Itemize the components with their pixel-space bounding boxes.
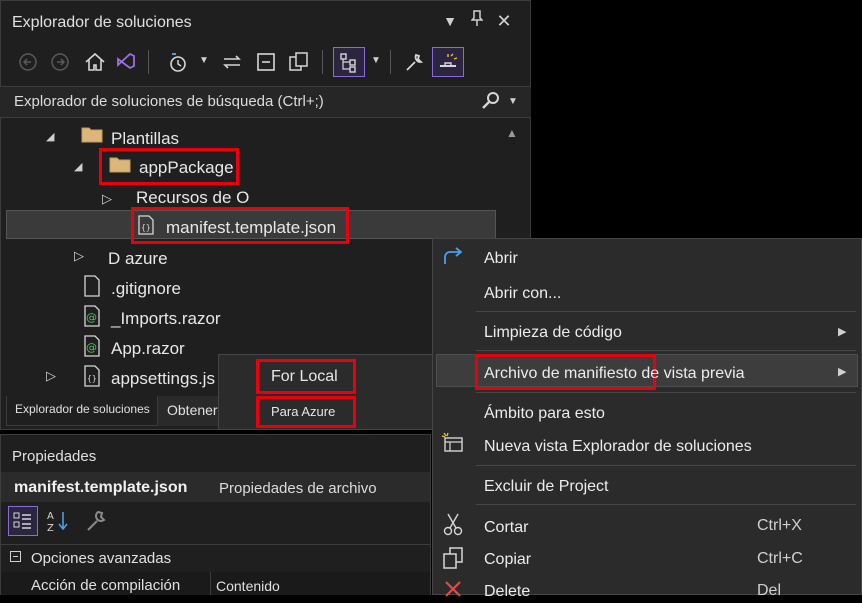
tree-item-manifest[interactable]: manifest.template.json [166,218,336,248]
property-pages-icon[interactable] [84,508,110,538]
chevron-down-icon[interactable]: ▼ [508,96,518,107]
menu-item-copiar[interactable]: Copiar [484,551,531,569]
menu-separator [476,350,856,351]
new-view-icon [441,432,465,458]
tree-view-icon[interactable] [333,47,365,77]
copy-icon [441,546,465,574]
tab-label: Explorador de soluciones [15,402,150,416]
collapsed-caret-icon[interactable]: ▷ [102,191,112,207]
tab-obtener[interactable]: Obtener Chi [158,396,222,426]
folder-icon [81,125,103,147]
shortcut-delete: Del [757,582,782,599]
close-icon[interactable]: ✕ [494,10,514,32]
toolbar-separator [390,50,391,74]
file-icon [83,275,101,301]
tree-item-apppackage[interactable]: appPackage [139,158,234,188]
razor-file-icon: @ [83,305,101,331]
svg-text:{}: {} [141,223,151,232]
delete-x-icon [443,579,463,603]
submenu-arrow-icon: ▶ [838,326,847,338]
expanded-caret-icon[interactable]: ◢ [74,160,82,173]
submenu-arrow-icon: ▶ [838,366,847,378]
collapsed-caret-icon[interactable]: ▷ [46,368,56,384]
menu-item-ambito[interactable]: Ámbito para esto [484,405,605,423]
properties-title: Propiedades [12,448,97,465]
tree-item-appsettings[interactable]: appsettings.js [111,369,215,399]
shortcut-copiar: Ctrl+C [757,550,803,567]
show-all-files-icon[interactable] [285,48,313,76]
menu-item-cortar[interactable]: Cortar [484,519,528,537]
dropdown-icon[interactable]: ▼ [440,10,460,32]
toolbar-separator [148,50,149,74]
property-label: Acción de compilación [31,577,181,594]
menu-item-delete[interactable]: Delete [484,583,530,601]
menu-item-abrir-con[interactable]: Abrir con... [484,285,561,303]
tree-item-imports[interactable]: _Imports.razor [111,309,221,339]
menu-separator [476,465,856,466]
object-name: manifest.template.json [14,479,188,496]
menu-item-abrir[interactable]: Abrir [484,250,518,268]
pin-icon[interactable] [467,10,487,32]
folder-icon [109,155,131,177]
collapsed-caret-icon[interactable]: ▷ [74,248,84,264]
shortcut-cortar: Ctrl+X [757,517,802,534]
menu-item-nueva-vista[interactable]: Nueva vista Explorador de soluciones [484,438,752,456]
razor-file-icon: @ [83,335,101,361]
menu-item-excluir[interactable]: Excluir de Project [484,478,609,496]
json-file-icon: {} [137,215,155,239]
back-icon[interactable] [14,48,42,76]
property-value[interactable]: Contenido [216,578,280,594]
scissors-icon [443,512,463,540]
divider [1,544,430,545]
forward-icon[interactable] [46,48,74,76]
menu-separator [476,504,856,505]
menu-item-para-azure[interactable]: Para Azure [271,404,335,419]
object-type: Propiedades de archivo [219,480,377,497]
toolbar-separator [322,50,323,74]
section-title: Opciones avanzadas [31,550,172,567]
chevron-down-icon[interactable]: ▼ [371,55,381,66]
scroll-up-icon[interactable]: ▲ [506,126,518,140]
panel-title: Explorador de soluciones [12,14,192,31]
svg-text:Z: Z [47,523,54,534]
sync-icon[interactable] [218,48,246,76]
tab-solution-explorer[interactable]: Explorador de soluciones [6,396,158,426]
pending-changes-icon[interactable] [164,48,192,76]
chevron-down-icon[interactable]: ▼ [199,55,209,66]
categorized-view-icon[interactable] [8,506,38,536]
collapse-all-icon[interactable] [252,48,280,76]
open-arrow-icon [441,246,465,270]
tree-item-app[interactable]: App.razor [111,339,185,369]
preview-selected-icon[interactable] [432,47,464,77]
expanded-caret-icon[interactable]: ◢ [46,130,54,143]
svg-text:{}: {} [87,374,97,383]
menu-separator [476,311,856,312]
svg-text:@: @ [86,311,97,324]
svg-text:A: A [47,511,54,522]
wrench-icon[interactable] [400,48,428,76]
menu-separator [476,392,856,393]
tree-item-gitignore[interactable]: .gitignore [111,279,181,309]
alphabetical-view-icon[interactable]: AZ [45,508,73,538]
visual-studio-icon[interactable] [112,48,140,76]
collapse-section-icon[interactable] [10,551,21,562]
column-divider [210,572,211,595]
menu-item-for-local[interactable]: For Local [271,368,338,386]
menu-item-limpieza[interactable]: Limpieza de código [484,324,622,342]
search-input[interactable]: Explorador de soluciones de búsqueda (Ct… [14,93,324,110]
menu-item-archivo-manifiesto[interactable]: Archivo de manifiesto de vista previa [484,365,745,383]
home-icon[interactable] [81,48,109,76]
json-file-icon: {} [83,365,101,391]
search-icon[interactable] [480,90,502,116]
tree-item-azure[interactable]: D azure [108,249,168,279]
svg-text:@: @ [86,341,97,354]
tab-label: Obtener Chi [167,402,222,418]
